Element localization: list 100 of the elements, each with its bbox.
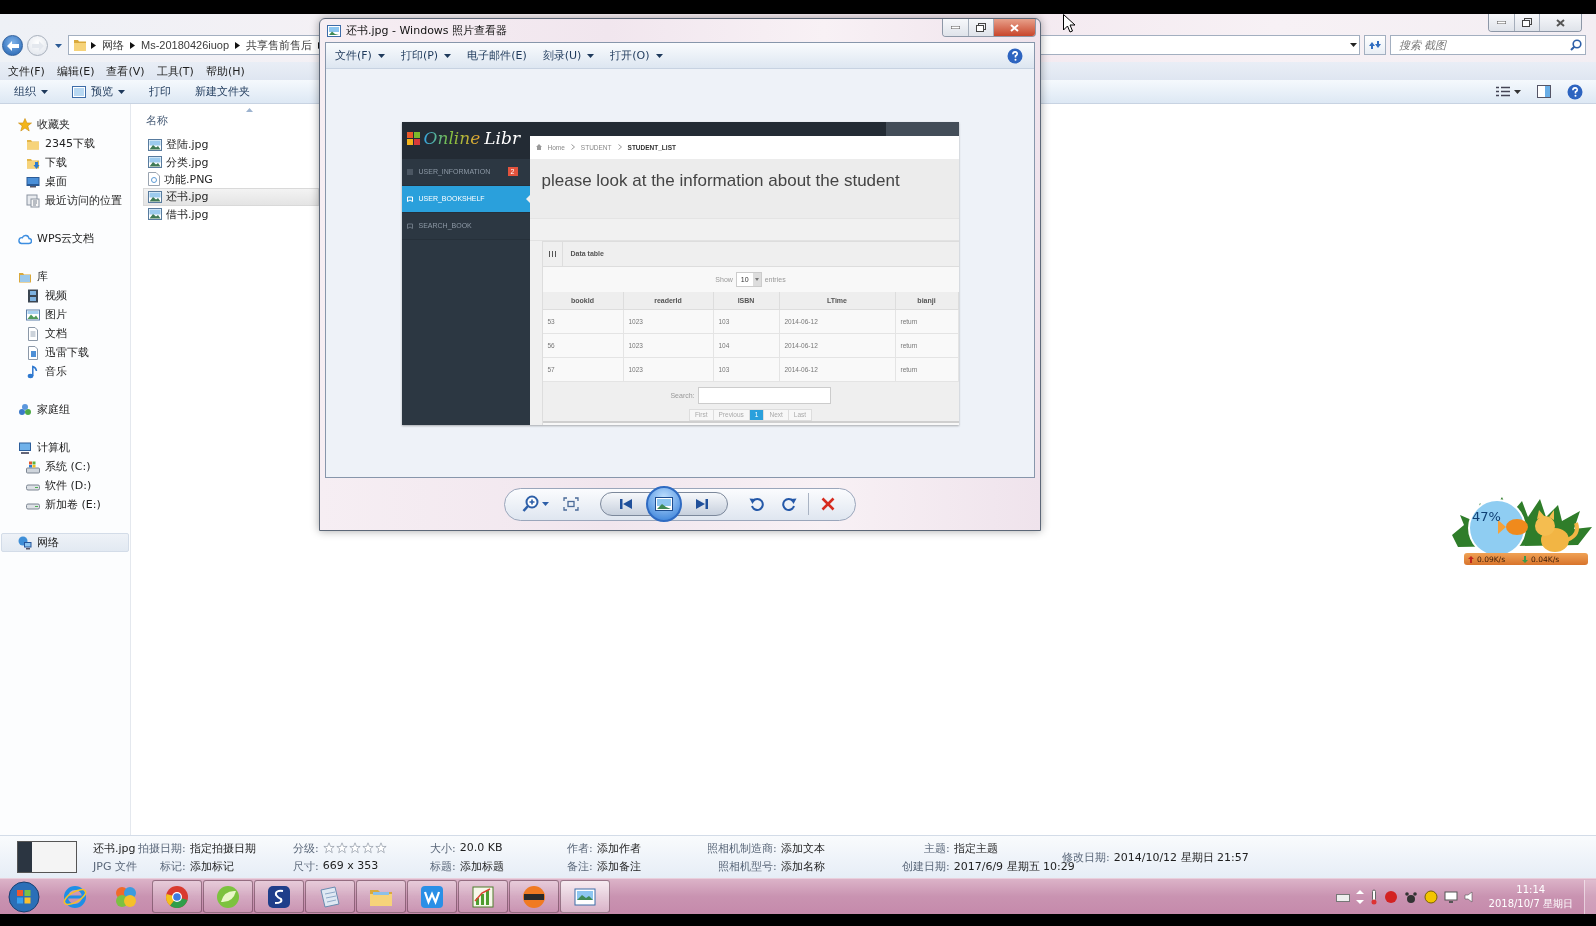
breadcrumb-item[interactable]: Ms-20180426iuop [139,36,232,54]
property-label: 拍摄日期: [138,840,186,856]
star-icon [322,842,335,854]
toolbar-button[interactable]: 预览 [66,81,131,102]
star-icon [335,842,348,854]
caret-icon [41,89,48,94]
property-value[interactable]: 添加备注 [596,858,707,874]
toolbar-button[interactable]: 组织 [8,81,54,102]
paw-icon [1403,889,1418,904]
property-value[interactable]: 添加作者 [596,840,707,856]
menu-button[interactable]: 打印(P) [394,44,458,67]
nav-item[interactable]: 网络 [1,533,129,552]
property-label: 照相机制造商: [707,840,777,856]
refresh-button[interactable] [1364,35,1386,55]
nav-item[interactable]: 桌面 [1,172,129,191]
page-heading: please look at the information about the student [529,158,959,218]
columns-icon [548,250,556,257]
property-value[interactable]: 指定拍摄日期 [189,840,293,856]
nav-item[interactable]: 文档 [1,324,129,343]
property-value[interactable]: 添加文本 [780,840,902,856]
star-icon [361,842,374,854]
menu-button[interactable]: 打开(O) [604,44,669,67]
star-icon [18,117,32,132]
menu-button[interactable]: 文件(F) [329,44,391,67]
nav-item[interactable]: 迅雷下载 [1,343,129,362]
menu-button[interactable]: 刻录(U) [536,44,601,67]
nav-item[interactable]: 最近访问的位置 [1,191,129,210]
previous-button[interactable] [600,492,652,516]
file-item[interactable]: 功能.PNG [143,170,319,189]
help-icon [1007,47,1023,64]
search-field[interactable]: 搜索 截图 [1390,35,1586,55]
nav-item[interactable]: 下载 [1,153,129,172]
breadcrumb-item[interactable]: 共享售前售后 [244,36,315,54]
search-field[interactable] [697,386,831,404]
menu-item[interactable]: 查看(V) [100,62,151,80]
menu-item[interactable]: 工具(T) [150,62,200,80]
taskbar-app-button[interactable] [203,880,253,913]
caret-icon [54,43,62,48]
preview-icon [72,85,86,98]
nav-item[interactable]: 系统 (C:) [1,457,129,476]
maximize-button[interactable] [1514,14,1539,31]
close-button[interactable] [993,19,1035,36]
notice-dot-icon [1383,889,1398,904]
property-value[interactable]: 669 x 353 [322,858,430,874]
file-item[interactable]: 登陆.jpg [143,136,319,154]
back-button[interactable] [2,35,23,56]
property-value[interactable]: 2014/10/12 星期日 21:57 [1113,849,1249,865]
next-icon [695,498,709,510]
file-item[interactable]: 分类.jpg [143,153,319,171]
breadcrumb-item[interactable]: 网络 [100,36,126,54]
nav-item[interactable]: 家庭组 [1,400,129,419]
name-column-header[interactable]: 名称 [146,113,168,128]
nav-item[interactable]: 音乐 [1,362,129,381]
nav-item[interactable]: 视频 [1,286,129,305]
file-item[interactable]: 借书.jpg [143,205,319,223]
taskbar-app-button[interactable] [560,880,610,913]
file-item[interactable]: 还书.jpg [143,188,319,206]
file-name: 还书.jpg [93,840,137,856]
property-value[interactable]: 添加标记 [189,858,293,874]
property-label: 分级: [293,840,319,856]
nav-item[interactable]: 图片 [1,305,129,324]
taskbar-app-button[interactable] [458,880,508,913]
slideshow-button[interactable] [646,486,682,522]
nav-item[interactable]: 2345下载 [1,134,129,153]
nav-item[interactable]: 软件 (D:) [1,476,129,495]
property-value[interactable]: 添加标题 [459,858,567,874]
maximize-button[interactable] [968,19,993,36]
browser-icon [62,883,88,910]
recent-places-icon [26,193,40,208]
nav-item[interactable]: WPS云文档 [1,229,129,248]
file-type: JPG 文件 [93,858,138,874]
network-status-icon [1443,890,1458,903]
menu-item[interactable]: 文件(F) [2,62,51,80]
next-button[interactable] [676,492,728,516]
nav-item[interactable]: 新加卷 (E:) [1,495,129,514]
menu-item[interactable]: 编辑(E) [50,62,101,80]
nav-item[interactable]: 计算机 [1,438,129,457]
picture-icon [26,307,40,322]
taskbar-app-button[interactable] [509,880,559,913]
toolbar-button[interactable]: 新建文件夹 [189,81,256,102]
download-arrow-icon [1522,555,1529,563]
music-note-icon [26,364,40,379]
caret-icon [377,53,385,58]
nav-item[interactable]: 收藏夹 [1,115,129,134]
nav-item[interactable]: 库 [1,267,129,286]
close-button[interactable] [1539,14,1581,31]
cursor-icon [1063,14,1075,33]
taskbar-app-button[interactable] [254,880,304,913]
film-icon [26,288,40,303]
property-value[interactable]: 添加名称 [780,858,902,874]
rotate-left-icon [749,496,765,512]
menu-button[interactable]: 电子邮件(E) [461,44,533,67]
property-value[interactable]: 20.0 KB [459,840,567,856]
toolbar-button[interactable]: 打印 [143,81,177,102]
property-label: 尺寸: [293,858,319,874]
back-arrow-icon [6,40,19,51]
taskbar-app-button[interactable] [407,880,457,913]
details-view-icon [1496,85,1510,98]
property-label: 照相机型号: [718,858,777,874]
menu-item[interactable]: 帮助(H) [199,62,251,80]
